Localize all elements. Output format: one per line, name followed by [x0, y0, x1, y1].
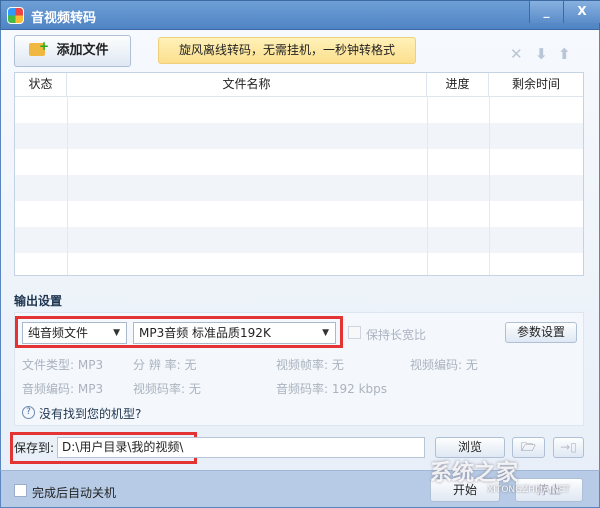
info-label: 音频码率:	[276, 382, 329, 396]
info-value: 192 kbps	[331, 382, 388, 396]
info-value: MP3	[77, 382, 104, 396]
params-settings-button[interactable]: 参数设置	[505, 322, 577, 343]
delete-icon[interactable]: ✕	[510, 45, 523, 63]
info-file-type: 文件类型: MP3	[22, 356, 103, 373]
help-icon: ?	[22, 406, 35, 419]
info-audio-bitrate: 音频码率: 192 kbps	[276, 380, 387, 397]
info-label: 分 辨 率:	[133, 358, 181, 372]
add-file-label: 添加文件	[56, 43, 109, 58]
info-video-bitrate: 视频码率: 无	[133, 380, 201, 397]
folder-open-icon: 🗁	[521, 440, 536, 454]
info-value: 无	[188, 382, 201, 396]
info-value: 无	[331, 358, 344, 372]
category-dropdown[interactable]: 纯音频文件 ▼	[22, 322, 127, 344]
watermark-text: 系统之家	[430, 461, 519, 486]
add-folder-icon	[29, 31, 49, 61]
save-path-input[interactable]: D:\用户目录\我的视频\	[57, 437, 425, 458]
phone-icon: →▯	[560, 440, 577, 454]
add-file-button[interactable]: 添加文件	[14, 31, 131, 67]
keep-ratio-label: 保持长宽比	[366, 328, 427, 342]
column-divider	[67, 96, 68, 275]
chevron-down-icon: ▼	[113, 328, 120, 338]
column-divider	[427, 96, 428, 275]
preset-dropdown[interactable]: MP3音频 标准品质192K ▼	[133, 322, 336, 344]
promo-banner[interactable]: 旋风离线转码，无需挂机，一秒钟转格式	[158, 37, 416, 64]
minimize-button[interactable]: _	[529, 1, 563, 23]
file-table[interactable]: 状态 文件名称 进度 剩余时间	[14, 72, 584, 276]
move-up-icon[interactable]: ⬆	[558, 45, 571, 63]
info-label: 视频帧率:	[276, 358, 329, 372]
app-icon	[7, 7, 24, 24]
column-header-remaining: 剩余时间	[511, 77, 560, 91]
move-down-icon[interactable]: ⬇	[535, 45, 548, 63]
info-label: 音频编码:	[22, 382, 75, 396]
table-row	[15, 201, 583, 227]
column-header-progress: 进度	[427, 73, 489, 96]
info-value: MP3	[77, 358, 104, 372]
auto-shutdown-label: 完成后自动关机	[32, 486, 117, 500]
info-video-codec: 视频编码: 无	[410, 356, 478, 373]
save-to-label: 保存到:	[14, 441, 55, 455]
info-frame-rate: 视频帧率: 无	[276, 356, 344, 373]
info-resolution: 分 辨 率: 无	[133, 356, 197, 373]
column-header-filename: 文件名称	[67, 73, 427, 96]
column-divider	[489, 96, 490, 275]
table-row	[15, 227, 583, 253]
info-label: 视频码率:	[133, 382, 186, 396]
watermark-url: XITONGZHIJIA.NET	[487, 485, 570, 495]
send-to-device-button[interactable]: →▯	[553, 437, 584, 458]
info-value: 无	[465, 358, 478, 372]
window-title: 音视频转码	[31, 11, 97, 26]
table-row	[15, 149, 583, 175]
table-body	[15, 96, 583, 275]
table-row	[15, 253, 583, 279]
info-value: 无	[184, 358, 197, 372]
table-row	[15, 175, 583, 201]
title-bar: 音视频转码 _ X	[0, 0, 600, 30]
preset-value: MP3音频 标准品质192K	[139, 326, 271, 340]
column-header-status: 状态	[15, 73, 67, 96]
info-label: 文件类型:	[22, 358, 75, 372]
auto-shutdown-checkbox[interactable]	[14, 484, 27, 497]
keep-ratio-checkbox[interactable]	[348, 326, 361, 339]
table-row	[15, 123, 583, 149]
category-value: 纯音频文件	[28, 326, 89, 340]
help-link[interactable]: 没有找到您的机型?	[39, 405, 141, 422]
info-audio-codec: 音频编码: MP3	[22, 380, 103, 397]
table-row	[15, 97, 583, 123]
output-settings-label: 输出设置	[14, 294, 63, 308]
close-button[interactable]: X	[563, 1, 600, 23]
chevron-down-icon: ▼	[322, 328, 329, 338]
info-label: 视频编码:	[410, 358, 463, 372]
